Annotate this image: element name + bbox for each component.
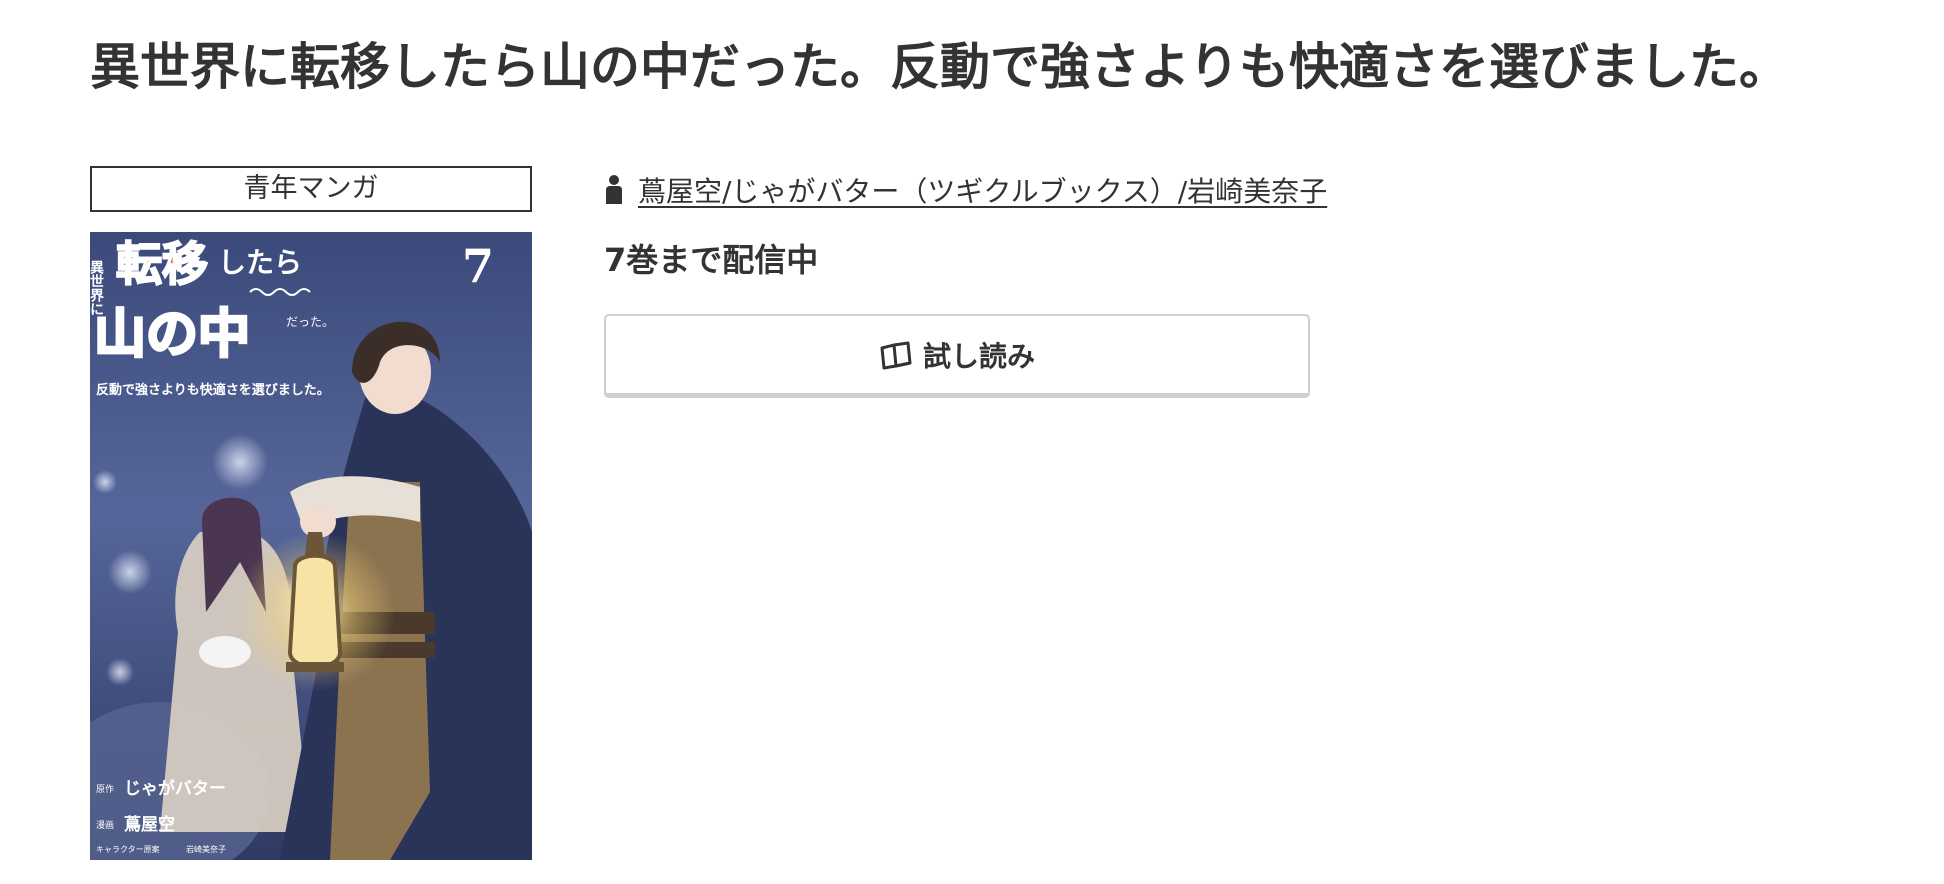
cover-credit-original: じゃがバター <box>124 778 226 799</box>
cover-credit-art-label: 漫画 <box>96 819 114 831</box>
cover-credit-original-label: 原作 <box>96 783 114 795</box>
cover-title-transfer: 転移 <box>116 237 208 291</box>
cover-bokeh <box>212 434 268 490</box>
person-icon <box>606 175 622 204</box>
cover-credit-character: 岩崎美奈子 <box>186 844 226 854</box>
open-book-icon <box>880 341 912 369</box>
availability-status: 7巻まで配信中 <box>604 241 819 279</box>
cover-bokeh <box>93 470 117 494</box>
genre-badge: 青年マンガ <box>90 166 532 212</box>
cover-title-was: だった。 <box>286 315 334 329</box>
trial-read-button[interactable]: 試し読み <box>604 314 1310 398</box>
cover-subtitle: 反動で強さよりも快適さを選びました。 <box>96 382 330 398</box>
page-title: 異世界に転移したら山の中だった。反動で強さよりも快適さを選びました。 <box>90 38 1789 96</box>
cover-title-mountain: 山の中 <box>94 305 250 365</box>
cover-volume-number: 7 <box>462 239 494 293</box>
author-link[interactable]: 蔦屋空/じゃがバター（ツギクルブックス）/岩崎美奈子 <box>638 170 1327 210</box>
cover-bokeh <box>108 550 152 594</box>
cover-credit-character-label: キャラクター原案 <box>96 844 160 854</box>
cover-title-then: したら <box>218 246 302 279</box>
author-row: 蔦屋空/じゃがバター（ツギクルブックス）/岩崎美奈子 <box>604 166 1327 214</box>
cover-lantern <box>235 532 395 692</box>
trial-read-label: 試し読み <box>922 339 1035 373</box>
cover-credit-art: 蔦屋空 <box>124 814 175 835</box>
cover-bokeh <box>106 658 134 686</box>
cover-image[interactable]: 異世界に 転移 したら 山の中 だった。 反動で強さよりも快適さを選びました。 … <box>90 232 532 860</box>
